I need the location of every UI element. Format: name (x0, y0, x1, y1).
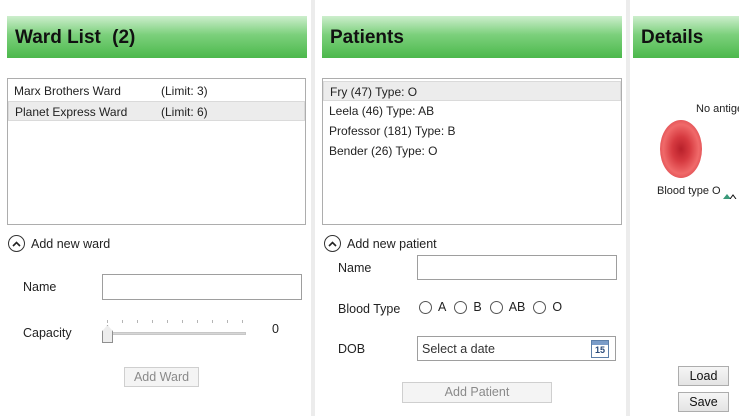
add-ward-button[interactable]: Add Ward (124, 367, 199, 387)
radio-circle[interactable] (419, 300, 432, 314)
chevron-up-icon[interactable] (324, 235, 341, 252)
radio-circle[interactable] (533, 300, 547, 314)
capacity-slider[interactable] (100, 318, 250, 344)
ward-list-header: Ward List (2) (7, 16, 307, 58)
save-button[interactable]: Save (678, 392, 729, 412)
ward-list-item[interactable]: Planet Express Ward (Limit: 6) (8, 101, 305, 121)
date-placeholder: Select a date (422, 342, 495, 356)
calendar-icon[interactable]: 15 (591, 340, 609, 358)
patient-list-item[interactable]: Fry (47) Type: O (323, 81, 621, 101)
add-new-patient-expander[interactable]: Add new patient (324, 235, 437, 252)
radio-label: B (473, 300, 482, 314)
ward-list-title: Ward List (15, 27, 101, 48)
dob-label: DOB (338, 342, 366, 356)
ward-name: Planet Express Ward (15, 105, 128, 119)
panel-divider (311, 0, 315, 416)
small-arrows-icon (723, 194, 737, 199)
blood-type-label: Blood Type (338, 302, 401, 316)
patients-listbox[interactable]: Fry (47) Type: O Leela (46) Type: AB Pro… (322, 78, 622, 225)
patient-list-item[interactable]: Leela (46) Type: AB (323, 101, 621, 121)
patient-name-input[interactable] (417, 255, 617, 280)
details-header: Details (633, 16, 739, 58)
blood-cell-image (660, 120, 702, 178)
patient-text: Professor (181) Type: B (329, 124, 456, 138)
patient-text: Leela (46) Type: AB (329, 104, 435, 118)
blood-type-text: Blood type O (657, 185, 721, 197)
details-title: Details (641, 27, 704, 48)
add-new-ward-label: Add new ward (31, 236, 111, 251)
patients-title: Patients (330, 27, 404, 48)
add-new-patient-label: Add new patient (347, 236, 437, 251)
add-patient-button[interactable]: Add Patient (402, 382, 552, 403)
blood-type-radio-b[interactable]: B (454, 300, 482, 314)
patient-list-item[interactable]: Bender (26) Type: O (323, 141, 621, 161)
panel-divider (626, 0, 630, 416)
antigen-text: No antige (696, 103, 739, 115)
ward-listbox[interactable]: Marx Brothers Ward (Limit: 3) Planet Exp… (7, 78, 306, 225)
calendar-day: 15 (594, 345, 605, 355)
blood-type-radio-group[interactable]: A B AB O (419, 300, 570, 314)
slider-track[interactable] (104, 332, 246, 335)
blood-type-radio-a[interactable]: A (419, 300, 446, 314)
radio-label: A (438, 300, 447, 314)
load-button[interactable]: Load (678, 366, 729, 386)
blood-type-radio-o[interactable]: O (533, 300, 562, 314)
ward-name: Marx Brothers Ward (14, 84, 121, 98)
patient-list-item[interactable]: Professor (181) Type: B (323, 121, 621, 141)
patient-text: Fry (47) Type: O (330, 85, 418, 99)
radio-label: O (552, 300, 563, 314)
patients-header: Patients (322, 16, 622, 58)
radio-label: AB (508, 300, 526, 314)
ward-limit: (Limit: 6) (161, 105, 208, 119)
patient-name-label: Name (338, 261, 372, 275)
slider-thumb[interactable] (102, 325, 113, 343)
ward-name-input[interactable] (102, 274, 302, 300)
radio-circle[interactable] (454, 300, 468, 314)
blood-type-radio-ab[interactable]: AB (489, 300, 526, 314)
capacity-value: 0 (272, 322, 279, 336)
ward-name-label: Name (23, 280, 57, 294)
patient-text: Bender (26) Type: O (329, 144, 438, 158)
dob-date-picker[interactable]: Select a date 15 (417, 336, 616, 361)
ward-limit: (Limit: 3) (161, 84, 208, 98)
radio-circle[interactable] (489, 300, 503, 314)
ward-count: (2) (112, 27, 136, 48)
add-new-ward-expander[interactable]: Add new ward (8, 235, 110, 252)
capacity-label: Capacity (23, 326, 72, 340)
chevron-up-icon[interactable] (8, 235, 25, 252)
ward-list-item[interactable]: Marx Brothers Ward (Limit: 3) (8, 81, 305, 101)
